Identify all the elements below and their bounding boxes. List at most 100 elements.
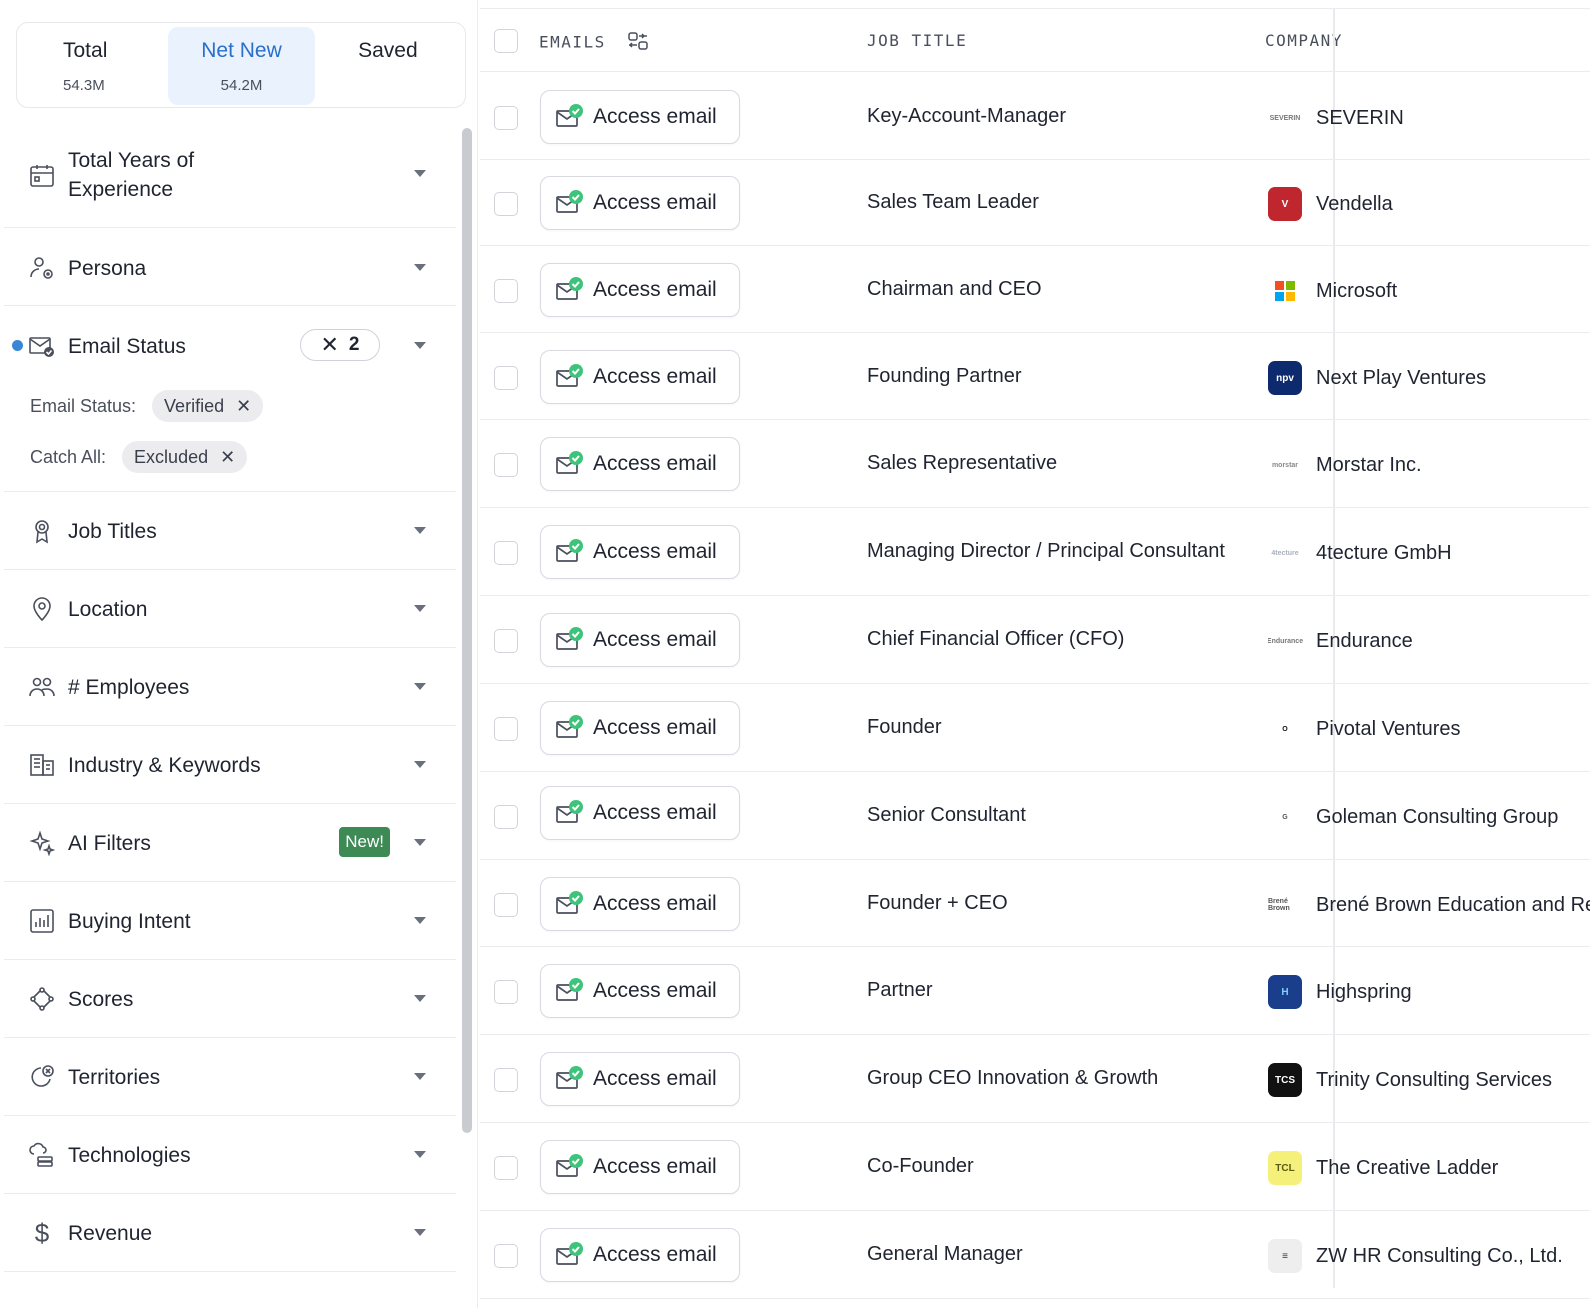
table-row[interactable]: Access email Chief Financial Officer (CFO… <box>480 596 1590 684</box>
row-checkbox[interactable] <box>494 541 518 565</box>
verified-email-icon <box>555 798 585 828</box>
excluded-chip[interactable]: Excluded ✕ <box>122 441 248 473</box>
new-badge: New! <box>339 827 390 857</box>
tab-saved[interactable]: Saved <box>315 27 461 105</box>
verified-email-icon <box>555 976 585 1006</box>
company-cell[interactable]: TCL The Creative Ladder <box>1268 1150 1590 1186</box>
table-row[interactable]: Access email Founder + CEO Brené Brown Bren… <box>480 860 1590 947</box>
col-emails-header[interactable]: EMAILS <box>539 31 649 55</box>
company-cell[interactable]: npv Next Play Ventures <box>1268 360 1590 396</box>
sidebar-scrollbar[interactable] <box>462 128 472 1133</box>
close-icon[interactable]: ✕ <box>236 396 251 417</box>
company-name: 4tecture GmbH <box>1316 541 1452 564</box>
row-checkbox[interactable] <box>494 805 518 829</box>
filter-years-experience[interactable]: Total Years of Experience <box>4 124 456 228</box>
row-checkbox[interactable] <box>494 1068 518 1092</box>
access-email-button[interactable]: Access email <box>540 437 740 491</box>
table-row[interactable]: Access email Managing Director / Principa… <box>480 508 1590 596</box>
access-email-button[interactable]: Access email <box>540 263 740 317</box>
row-checkbox[interactable] <box>494 366 518 390</box>
company-cell[interactable]: morstar Morstar Inc. <box>1268 447 1590 483</box>
filter-years-label: Total Years of Experience <box>68 149 195 201</box>
row-checkbox[interactable] <box>494 1156 518 1180</box>
filter-ai-filters[interactable]: AI Filters New! <box>4 804 456 882</box>
access-email-button[interactable]: Access email <box>540 877 740 931</box>
access-email-button[interactable]: Access email <box>540 350 740 404</box>
table-row[interactable]: Access email General Manager ≡ ZW HR Consul… <box>480 1211 1590 1299</box>
verified-email-icon <box>555 713 585 743</box>
row-checkbox[interactable] <box>494 453 518 477</box>
select-all-checkbox[interactable] <box>494 29 518 53</box>
row-checkbox[interactable] <box>494 629 518 653</box>
chevron-down-icon <box>414 264 426 271</box>
access-email-label: Access email <box>593 892 717 915</box>
row-checkbox[interactable] <box>494 980 518 1004</box>
company-cell[interactable]: H Highspring <box>1268 974 1590 1010</box>
verified-email-icon <box>555 188 585 218</box>
access-email-button[interactable]: Access email <box>540 1052 740 1106</box>
table-row[interactable]: Access email Sales Team Leader V Vendella <box>480 160 1590 246</box>
filter-territories[interactable]: Territories <box>4 1038 456 1116</box>
company-cell[interactable]: ≡ ZW HR Consulting Co., Ltd. <box>1268 1238 1590 1274</box>
row-checkbox[interactable] <box>494 893 518 917</box>
tab-net-new[interactable]: Net New 54.2M <box>168 27 315 105</box>
access-email-button[interactable]: Access email <box>540 1228 740 1282</box>
company-cell[interactable]: Endurance Endurance <box>1268 623 1590 659</box>
filter-email-status[interactable]: Email Status ✕ 2 Email Status: Verified ✕… <box>4 306 456 492</box>
access-email-button[interactable]: Access email <box>540 176 740 230</box>
filter-employees[interactable]: # Employees <box>4 648 456 726</box>
chevron-down-icon <box>414 839 426 846</box>
company-cell[interactable]: G Goleman Consulting Group <box>1268 799 1590 835</box>
job-title-cell: Chairman and CEO <box>867 278 1042 300</box>
company-cell[interactable]: V Vendella <box>1268 186 1590 222</box>
access-email-button[interactable]: Access email <box>540 1140 740 1194</box>
company-cell[interactable]: Brené Brown Brené Brown Education and Res… <box>1268 887 1590 923</box>
columns-toggle-icon[interactable] <box>627 31 649 55</box>
table-row[interactable]: Access email Chairman and CEO Microsoft <box>480 246 1590 333</box>
filter-job-titles-label: Job Titles <box>68 520 157 543</box>
col-job-title-header[interactable]: JOB TITLE <box>867 31 967 50</box>
table-row[interactable]: Access email Founding Partner npv Next Play… <box>480 333 1590 420</box>
company-cell[interactable]: SEVERIN SEVERIN <box>1268 100 1590 136</box>
row-checkbox[interactable] <box>494 279 518 303</box>
row-checkbox[interactable] <box>494 106 518 130</box>
col-company-header[interactable]: COMPANY <box>1265 31 1343 50</box>
table-row[interactable]: Access email Founder O Pivotal Ventures <box>480 684 1590 772</box>
row-checkbox[interactable] <box>494 717 518 741</box>
email-status-count-pill[interactable]: ✕ 2 <box>300 329 380 361</box>
access-email-button[interactable]: Access email <box>540 964 740 1018</box>
table-row[interactable]: Access email Partner H Highspring <box>480 947 1590 1035</box>
filter-industry[interactable]: Industry & Keywords <box>4 726 456 804</box>
filter-persona[interactable]: Persona <box>4 228 456 306</box>
filter-revenue[interactable]: $ Revenue <box>4 1194 456 1272</box>
verified-email-icon <box>555 889 585 919</box>
company-cell[interactable]: 4tecture 4tecture GmbH <box>1268 535 1590 571</box>
company-cell[interactable]: TCS Trinity Consulting Services <box>1268 1062 1590 1098</box>
company-logo: morstar <box>1268 448 1302 482</box>
filter-employees-label: # Employees <box>68 676 190 699</box>
access-email-button[interactable]: Access email <box>540 525 740 579</box>
access-email-button[interactable]: Access email <box>540 701 740 755</box>
company-logo: TCS <box>1268 1063 1302 1097</box>
verified-chip[interactable]: Verified ✕ <box>152 390 264 422</box>
table-row[interactable]: Access email Group CEO Innovation & Growt… <box>480 1035 1590 1123</box>
table-row[interactable]: Access email Co-Founder TCL The Creative La… <box>480 1123 1590 1211</box>
filter-buying-intent[interactable]: Buying Intent <box>4 882 456 960</box>
company-cell[interactable]: Microsoft <box>1268 273 1590 309</box>
close-icon[interactable]: ✕ <box>220 447 235 468</box>
table-row[interactable]: Access email Senior Consultant G Goleman Co… <box>480 772 1590 860</box>
access-email-button[interactable]: Access email <box>540 613 740 667</box>
filter-location[interactable]: Location <box>4 570 456 648</box>
filter-scores[interactable]: Scores <box>4 960 456 1038</box>
filter-job-titles[interactable]: Job Titles <box>4 492 456 570</box>
row-checkbox[interactable] <box>494 1244 518 1268</box>
filter-technologies[interactable]: Technologies <box>4 1116 456 1194</box>
row-checkbox[interactable] <box>494 192 518 216</box>
table-row[interactable]: Access email Sales Representative morstar M… <box>480 420 1590 508</box>
tab-total[interactable]: Total 54.3M <box>21 27 168 105</box>
access-email-button[interactable]: Access email <box>540 90 740 144</box>
access-email-button[interactable]: Access email <box>540 786 740 840</box>
table-row[interactable]: Access email Key-Account-Manager SEVERIN SE… <box>480 73 1590 160</box>
company-cell[interactable]: O Pivotal Ventures <box>1268 711 1590 747</box>
job-title-cell: General Manager <box>867 1243 1023 1265</box>
